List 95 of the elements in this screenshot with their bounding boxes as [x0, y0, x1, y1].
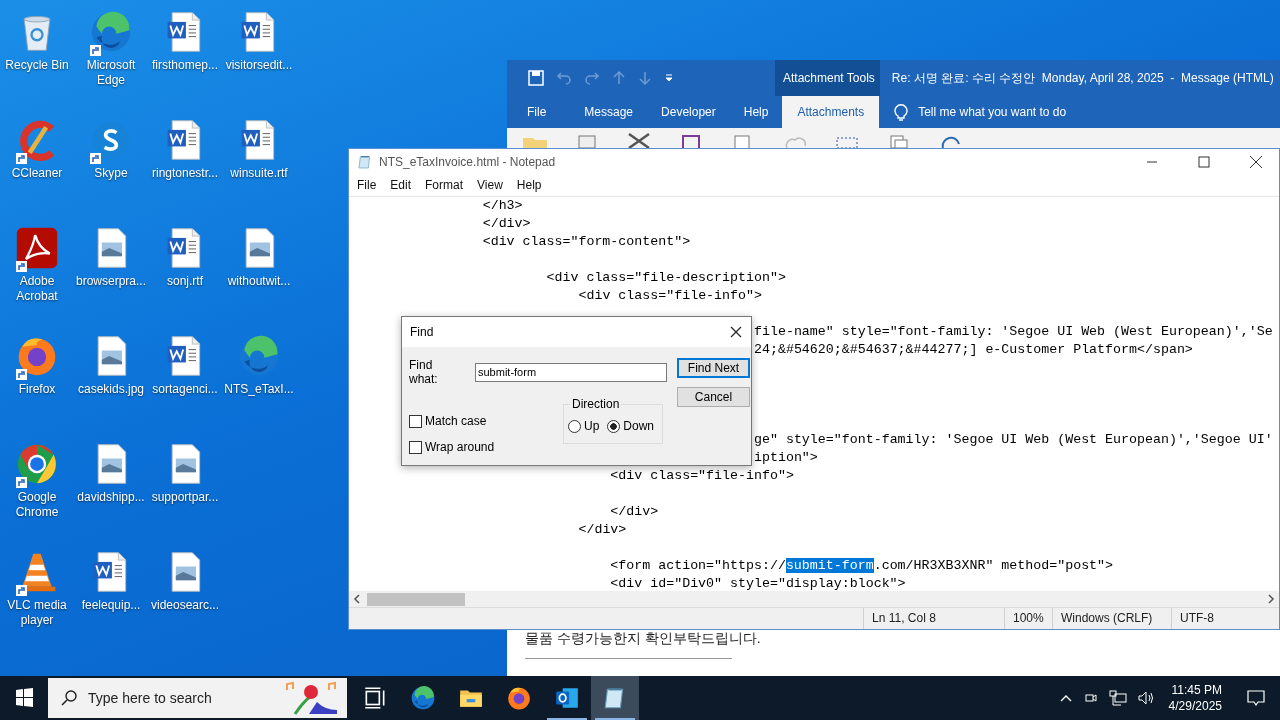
code-line: </div> [610, 504, 659, 519]
status-line-endings: Windows (CRLF) [1052, 608, 1171, 629]
save-icon[interactable] [528, 70, 544, 86]
checkbox[interactable] [409, 414, 422, 428]
message-body-text: 물품 수령가능한지 확인부탁드립니다. [525, 629, 762, 648]
code-line: <div id="Div0" style="display:block"> [610, 576, 906, 591]
radio-button[interactable] [607, 419, 621, 433]
notepad-icon [357, 153, 373, 170]
search-placeholder: Type here to search [88, 690, 213, 706]
desktop-icon-label[interactable]: Google Chrome [1, 490, 73, 520]
context-tab-header: Attachment Tools [775, 60, 880, 96]
network-icon[interactable] [1108, 690, 1127, 706]
desktop-icon-label[interactable]: ringtonestr... [149, 166, 221, 181]
find-what-label: Find what: [409, 358, 439, 386]
desktop-icon-label[interactable]: NTS_eTaxI... [223, 382, 295, 397]
selected-text: submit-form [785, 558, 874, 573]
desktop-icon-label[interactable]: videosearc... [149, 598, 221, 613]
ribbon-tab[interactable]: File [507, 96, 561, 128]
code-line: 24;&#54620;&#54637;&#44277;] e-Customer Platform</span> [754, 342, 1193, 357]
desktop-icon-label[interactable]: winsuite.rtf [223, 166, 295, 181]
code-text: .com/HR3XB3XNR" method="post"> [873, 558, 1114, 573]
ribbon-tab[interactable]: Attachments [782, 96, 880, 128]
desktop-icon-label[interactable]: casekids.jpg [75, 382, 147, 397]
status-zoom: 100% [1004, 608, 1052, 629]
checkbox-label: Wrap around [425, 440, 495, 454]
cancel-button[interactable]: Cancel [677, 387, 750, 407]
taskbar-app-button[interactable] [591, 676, 639, 720]
checkbox[interactable] [409, 440, 422, 454]
desktop-icon-label[interactable]: CCleaner [1, 166, 73, 181]
horizontal-scrollbar[interactable] [349, 591, 1279, 607]
desktop-icon-label[interactable]: supportpar... [149, 490, 221, 505]
group-label: Direction [570, 397, 622, 411]
clock[interactable]: 11:45 PM 4/29/2025 [1168, 682, 1222, 714]
firefox-icon [506, 685, 532, 711]
code-line: <div class="form-content"> [482, 234, 691, 249]
window-title: NTS_eTaxInvoice.html - Notepad [379, 154, 557, 169]
code-line: <div class="file-info"> [610, 468, 794, 483]
menu-item[interactable]: Format [418, 178, 471, 192]
edge-icon [89, 10, 133, 54]
code-line: <div class="file-description"> [546, 270, 786, 285]
code-line: </div> [482, 216, 531, 231]
dialog-title: Find [410, 325, 434, 339]
desktop-icon-label[interactable]: VLC media player [1, 598, 73, 628]
code-line: file-name" style="font-family: 'Segoe UI Web (West European)','Se [754, 324, 1273, 339]
desktop-icon-label[interactable]: davidshipp... [75, 490, 147, 505]
taskbar-search-field[interactable]: Type here to search [48, 678, 347, 718]
checkbox-label: Match case [425, 414, 487, 428]
radio-button[interactable] [568, 419, 581, 433]
desktop-icon-label[interactable]: visitorsedit... [223, 58, 295, 73]
desktop-icon-label[interactable]: Firefox [1, 382, 73, 397]
close-icon[interactable] [729, 325, 743, 339]
code-line: </div> [578, 522, 627, 537]
code-line: ge" style="font-family: 'Segoe UI Web (West European)','Segoe UI' [754, 432, 1273, 447]
edge-icon [410, 685, 436, 711]
desktop-icon-label[interactable]: Skype [75, 166, 147, 181]
radio-label: Up [584, 419, 600, 433]
find-next-button[interactable]: Find Next [677, 358, 750, 378]
status-position: Ln 11, Col 8 [863, 608, 1004, 629]
code-line: iption"> [754, 450, 818, 465]
desktop-icon-label[interactable]: Recycle Bin [1, 58, 73, 73]
find-what-field[interactable]: submit-form [475, 362, 667, 382]
window-title: Re: 서명 완료: 수리 수정안 Monday, April 28, 2025 - Message (HTML) [890, 69, 1274, 87]
desktop-icon-label[interactable]: sonj.rtf [149, 274, 221, 289]
ribbon-tab[interactable]: Help [729, 96, 783, 128]
scrollbar-thumb[interactable] [367, 593, 465, 606]
code-line: </h3> [482, 198, 523, 213]
desktop-icon-label[interactable]: Microsoft Edge [75, 58, 147, 88]
acrobat-icon [15, 226, 59, 270]
outlook-icon [554, 685, 580, 711]
clock-time: 11:45 PM [1171, 682, 1222, 698]
menu-item[interactable]: View [470, 178, 510, 192]
desktop-icon-label[interactable]: browserpra... [75, 274, 147, 289]
radio-label: Down [623, 419, 655, 433]
menu-item[interactable]: File [350, 178, 384, 192]
clock-date: 4/29/2025 [1168, 698, 1222, 714]
lightbulb-icon [894, 103, 909, 121]
ribbon-tab[interactable]: Developer [647, 96, 730, 128]
edge-icon [237, 334, 281, 378]
chrome-icon [15, 442, 59, 486]
desktop-icon-label[interactable]: Adobe Acrobat [1, 274, 73, 304]
desktop-icon-label[interactable]: firsthomep... [149, 58, 221, 73]
notification-icon[interactable] [1246, 689, 1266, 707]
tell-me-search[interactable]: Tell me what you want to do [918, 105, 1067, 119]
desktop-icon-label[interactable]: sortagenci... [149, 382, 221, 397]
menu-item[interactable]: Edit [383, 178, 419, 192]
desktop-icon-label[interactable]: feelequip... [75, 598, 147, 613]
ribbon-tab[interactable]: Message [570, 96, 648, 128]
code-line: <div class="file-info"> [578, 288, 762, 303]
search-icon [60, 689, 78, 707]
code-text: <form action="https:// [609, 558, 786, 573]
status-encoding: UTF-8 [1171, 608, 1279, 629]
customize-caret-icon[interactable] [664, 73, 674, 83]
menu-item[interactable]: Help [509, 178, 549, 192]
desktop-icon-label[interactable]: withoutwit... [223, 274, 295, 289]
volume-icon[interactable] [1136, 690, 1155, 706]
